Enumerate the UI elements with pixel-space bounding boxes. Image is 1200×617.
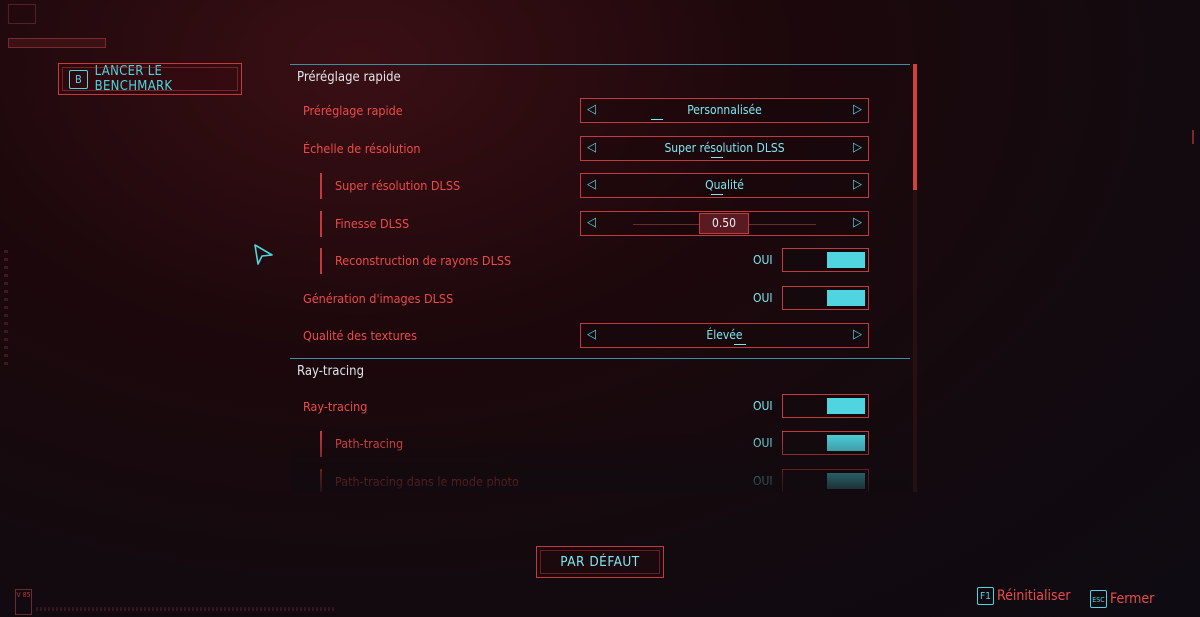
game-logo-icon [8,4,36,24]
dlss-super-resolution-selector[interactable]: ◁ Qualité ▷ [580,173,869,198]
arrow-left-icon[interactable]: ◁ [587,215,596,230]
reset-label: Réinitialiser [997,588,1071,604]
row-label: Path-tracing dans le mode photo [335,473,519,489]
section-ray-tracing: Ray-tracing [290,357,910,384]
row-path-tracing[interactable]: Path-tracing OUI [290,425,910,463]
row-dlss-sharpness[interactable]: Finesse DLSS ◁ 0.50 ▷ [290,205,910,243]
texture-quality-selector[interactable]: ◁ Élevée ▷ [580,323,869,348]
default-button[interactable]: PAR DÉFAUT [536,546,664,578]
edge-decoration [1192,130,1194,144]
row-label: Génération d'images DLSS [303,290,454,306]
row-dlss-frame-generation[interactable]: Génération d'images DLSS OUI [290,280,910,318]
arrow-right-icon[interactable]: ▷ [853,102,862,117]
key-b-icon: B [69,69,88,89]
settings-panel[interactable]: Préréglage rapide Préréglage rapide ◁ Pe… [290,64,910,492]
toggle-state: OUI [753,290,773,305]
slider-handle[interactable]: 0.50 [699,212,749,234]
header-decoration [8,38,106,48]
key-esc-icon: ESC [1090,590,1107,608]
path-tracing-photo-mode-toggle[interactable] [782,468,869,492]
arrow-right-icon[interactable]: ▷ [853,177,862,192]
mouse-cursor-icon [254,244,273,265]
position-dash [711,194,723,195]
ray-tracing-toggle[interactable] [782,393,869,418]
row-label: Finesse DLSS [335,215,410,231]
row-label: Ray-tracing [303,398,368,414]
position-dash [651,119,663,120]
arrow-right-icon[interactable]: ▷ [853,327,862,342]
row-label: Préréglage rapide [303,103,403,118]
position-dash [711,156,723,158]
sub-indent-bar [320,173,322,199]
toggle-fill [827,435,865,451]
row-dlss-super-resolution[interactable]: Super résolution DLSS ◁ Qualité ▷ [290,167,910,205]
scrollbar-thumb[interactable] [913,64,917,190]
row-label: Reconstruction de rayons DLSS [335,253,512,268]
row-label: Échelle de résolution [303,140,421,156]
section-quick-preset: Préréglage rapide [290,64,910,90]
selector-value: Qualité [705,178,744,192]
toggle-state: OUI [753,398,773,413]
selector-value: Élevée [706,328,743,342]
toggle-fill [827,472,865,489]
row-path-tracing-photo-mode[interactable]: Path-tracing dans le mode photo OUI [290,463,910,492]
toggle-fill [827,252,865,268]
quick-preset-selector[interactable]: ◁ Personnalisée ▷ [580,98,869,123]
row-ray-tracing[interactable]: Ray-tracing OUI [290,388,910,426]
row-label: Qualité des textures [303,328,417,343]
close-label: Fermer [1110,591,1155,607]
row-resolution-scaling[interactable]: Échelle de résolution ◁ Super résolution… [290,130,910,168]
position-dash [734,344,746,345]
row-label: Path-tracing [335,436,404,451]
toggle-state: OUI [753,253,773,267]
resolution-scaling-selector[interactable]: ◁ Super résolution DLSS ▷ [580,135,869,161]
side-decoration [4,250,8,370]
dlss-ray-reconstruction-toggle[interactable] [782,248,869,272]
toggle-state: OUI [753,436,773,450]
launch-benchmark-button[interactable]: B LANCER LE BENCHMARK [58,63,242,95]
selector-value: Personnalisée [687,103,762,117]
footer-decoration [36,607,336,611]
path-tracing-toggle[interactable] [782,431,869,455]
dlss-sharpness-slider[interactable]: ◁ 0.50 ▷ [580,210,869,236]
sub-indent-bar [320,210,322,237]
close-hint[interactable]: ESC Fermer [1090,590,1154,608]
sub-indent-bar [320,248,322,274]
row-dlss-ray-reconstruction[interactable]: Reconstruction de rayons DLSS OUI [290,242,910,280]
sub-indent-bar [320,468,322,492]
launch-benchmark-label: LANCER LE BENCHMARK [94,64,173,94]
arrow-right-icon[interactable]: ▷ [853,140,862,155]
settings-scrollbar[interactable] [913,64,917,492]
arrow-right-icon[interactable]: ▷ [853,215,862,230]
reset-hint[interactable]: F1 Réinitialiser [977,587,1071,605]
toggle-state: OUI [753,473,773,488]
toggle-fill [827,289,865,306]
row-quick-preset[interactable]: Préréglage rapide ◁ Personnalisée ▷ [290,92,910,130]
dlss-frame-generation-toggle[interactable] [782,285,869,310]
sub-indent-bar [320,431,322,457]
toggle-fill [827,397,865,414]
selector-value: Super résolution DLSS [664,140,785,155]
row-texture-quality[interactable]: Qualité des textures ◁ Élevée ▷ [290,317,910,355]
key-f1-icon: F1 [977,587,994,605]
version-badge: V 85 [15,589,32,615]
row-label: Super résolution DLSS [335,178,461,193]
